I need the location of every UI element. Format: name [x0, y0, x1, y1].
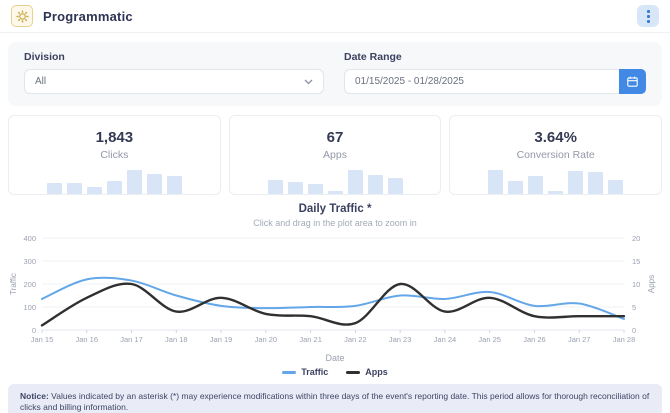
x-axis-tick-label: Jan 24: [434, 335, 457, 344]
chart-subtitle: Click and drag in the plot area to zoom …: [0, 218, 670, 228]
sparkline-bar: [568, 171, 583, 194]
sparkline-bar: [268, 180, 283, 194]
stat-card-conversion-rate: 3.64% Conversion Rate: [449, 115, 662, 195]
right-axis-tick-label: 15: [632, 257, 640, 266]
left-axis-tick-label: 400: [23, 234, 36, 243]
clicks-label: Clicks: [9, 149, 220, 161]
stat-card-clicks: 1,843 Clicks: [8, 115, 221, 195]
sparkline-bar: [588, 172, 603, 194]
daily-traffic-chart: Daily Traffic * Click and drag in the pl…: [0, 203, 670, 377]
x-axis-tick-label: Jan 26: [523, 335, 546, 344]
sparkline-bar: [67, 183, 82, 194]
sparkline-bar: [47, 183, 62, 194]
kebab-dot-icon: [647, 20, 650, 23]
sparkline-bar: [87, 187, 102, 194]
left-axis-tick-label: 200: [23, 280, 36, 289]
conversion-rate-value: 3.64%: [450, 129, 661, 146]
gear-icon: [16, 10, 29, 23]
date-range-label: Date Range: [344, 51, 646, 63]
notice-prefix: Notice:: [20, 391, 49, 401]
x-axis-tick-label: Jan 25: [478, 335, 501, 344]
kebab-menu-button[interactable]: [637, 5, 659, 27]
left-axis-tick-label: 300: [23, 257, 36, 266]
left-axis-tick-label: 100: [23, 303, 36, 312]
sparkline-bar: [147, 174, 162, 194]
apps-value: 67: [230, 129, 441, 146]
header: Programmatic: [0, 0, 670, 33]
sparkline-bar: [368, 175, 383, 194]
legend-marker: [282, 371, 296, 374]
x-axis-title: Date: [0, 353, 670, 363]
x-axis-tick-label: Jan 27: [568, 335, 591, 344]
date-range-input[interactable]: [344, 69, 619, 94]
sparkline-bar: [288, 182, 303, 194]
stat-card-apps: 67 Apps: [229, 115, 442, 195]
legend-label: Apps: [365, 367, 388, 377]
sparkline-bar: [308, 184, 323, 194]
chart-legend: Traffic Apps: [0, 367, 670, 377]
filter-panel: Division All Date Range: [8, 42, 662, 106]
apps-label: Apps: [230, 149, 441, 161]
apps-sparkline: [230, 170, 441, 194]
programmatic-app-icon: [11, 5, 33, 27]
conversion-rate-label: Conversion Rate: [450, 149, 661, 161]
chart-title: Daily Traffic *: [0, 203, 670, 215]
kebab-dot-icon: [647, 15, 650, 18]
chevron-down-icon: [304, 79, 313, 85]
x-axis-tick-label: Jan 23: [389, 335, 412, 344]
calendar-icon: [627, 76, 638, 87]
series-line-apps: [42, 284, 624, 326]
sparkline-bar: [167, 176, 182, 194]
x-axis-tick-label: Jan 18: [165, 335, 188, 344]
sparkline-bar: [528, 176, 543, 194]
calendar-button[interactable]: [619, 69, 646, 94]
sparkline-bar: [107, 181, 122, 194]
sparkline-bar: [488, 170, 503, 194]
left-axis-title: Traffic: [9, 273, 18, 295]
legend-item-apps[interactable]: Apps: [346, 367, 388, 377]
sparkline-bar: [388, 178, 403, 194]
page-title: Programmatic: [43, 9, 133, 24]
stat-cards-row: 1,843 Clicks 67 Apps 3.64% Conversion Ra…: [8, 115, 662, 195]
right-axis-title: Apps: [647, 275, 656, 293]
x-axis-tick-label: Jan 16: [76, 335, 99, 344]
right-axis-tick-label: 20: [632, 234, 640, 243]
x-axis-tick-label: Jan 22: [344, 335, 367, 344]
division-selected-value: All: [35, 76, 46, 87]
legend-marker: [346, 371, 360, 374]
legend-item-traffic[interactable]: Traffic: [282, 367, 328, 377]
legend-label: Traffic: [301, 367, 328, 377]
right-axis-tick-label: 0: [632, 326, 636, 335]
division-select[interactable]: All: [24, 69, 324, 94]
x-axis-tick-label: Jan 20: [255, 335, 278, 344]
clicks-sparkline: [9, 170, 220, 194]
chart-plot-area[interactable]: 0 0 100 5 200 10 300 15 400 20 Jan 15 Jan 16 Jan 17 J…: [8, 230, 662, 353]
kebab-dot-icon: [647, 10, 650, 13]
x-axis-tick-label: Jan 15: [31, 335, 54, 344]
sparkline-bar: [127, 170, 142, 194]
sparkline-bar: [548, 191, 563, 194]
notice-banner: Notice: Values indicated by an asterisk …: [8, 384, 662, 413]
right-axis-tick-label: 5: [632, 303, 636, 312]
division-label: Division: [24, 51, 324, 63]
sparkline-bar: [348, 170, 363, 194]
sparkline-bar: [328, 191, 343, 194]
sparkline-bar: [608, 180, 623, 194]
left-axis-tick-label: 0: [32, 326, 36, 335]
x-axis-tick-label: Jan 21: [299, 335, 322, 344]
clicks-value: 1,843: [9, 129, 220, 146]
notice-body: Values indicated by an asterisk (*) may …: [20, 391, 649, 412]
x-axis-tick-label: Jan 19: [210, 335, 233, 344]
x-axis-tick-label: Jan 17: [120, 335, 143, 344]
sparkline-bar: [508, 181, 523, 194]
x-axis-tick-label: Jan 28: [613, 335, 636, 344]
conversion-rate-sparkline: [450, 170, 661, 194]
right-axis-tick-label: 10: [632, 280, 640, 289]
